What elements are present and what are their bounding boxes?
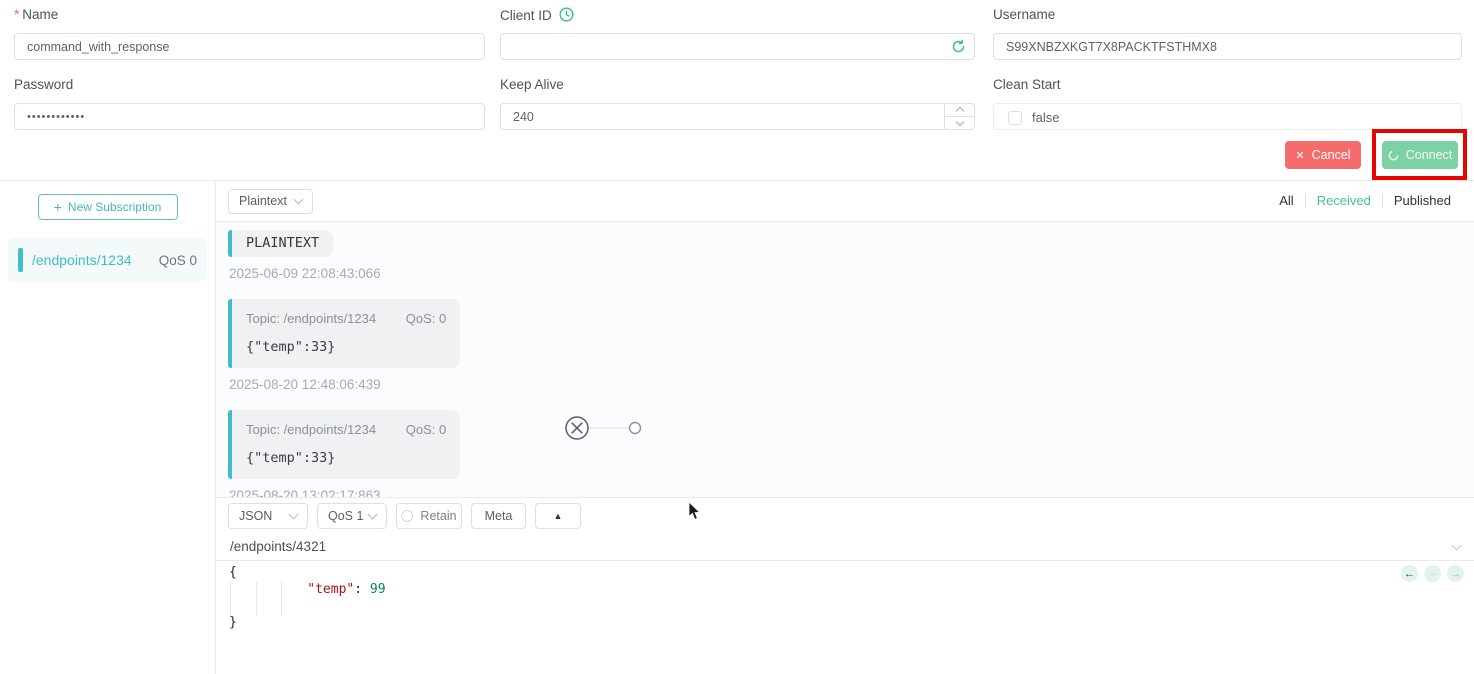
editor-line [229, 598, 1474, 615]
editor-line: { [229, 565, 1474, 582]
publish-format-select[interactable]: JSON [228, 503, 308, 529]
name-input[interactable] [14, 33, 485, 60]
subscriptions-sidebar: + New Subscription /endpoints/1234 QoS 0 [0, 181, 216, 674]
message-qos: QoS: 0 [406, 311, 446, 326]
message-payload: {"temp":33} [246, 450, 446, 466]
dash-icon: – [1429, 568, 1435, 580]
publish-toolbar: JSON QoS 1 Retain Meta ▲ [216, 498, 1474, 533]
payload-format-select[interactable]: Plaintext [228, 189, 313, 214]
messages-toolbar: Plaintext All Received Published [216, 181, 1474, 222]
editor-line: "temp": 99 [229, 582, 1474, 599]
connect-button[interactable]: Connect [1382, 141, 1458, 169]
message-timestamp: 2025-08-20 13:02:17:863 [229, 488, 1462, 497]
message-item: Topic: /endpoints/1234 QoS: 0 {"temp":33… [228, 410, 460, 479]
publish-panel: JSON QoS 1 Retain Meta ▲ [216, 497, 1474, 674]
message-timestamp: 2025-06-09 22:08:43:066 [229, 266, 1462, 281]
main-area: + New Subscription /endpoints/1234 QoS 0… [0, 181, 1474, 674]
meta-button[interactable]: Meta [471, 503, 526, 529]
message-item: Topic: /endpoints/1234 QoS: 0 {"temp":33… [228, 299, 460, 368]
message-filter-tabs: All Received Published [1268, 194, 1462, 208]
stepper-up-icon[interactable] [945, 103, 974, 116]
chevron-down-icon [368, 510, 378, 520]
password-label: Password [14, 77, 73, 92]
indent-guide [256, 582, 257, 615]
plus-icon: + [54, 199, 62, 215]
arrow-right-icon: → [1450, 568, 1461, 580]
radio-icon [401, 510, 413, 522]
subscription-item[interactable]: /endpoints/1234 QoS 0 [8, 238, 207, 282]
username-input[interactable] [993, 33, 1462, 60]
name-label: *Name [14, 7, 58, 22]
collapse-button[interactable]: ▲ [535, 503, 581, 529]
message-topic-line: Topic: /endpoints/1234 QoS: 0 [246, 422, 446, 437]
required-asterisk: * [14, 7, 19, 22]
password-input[interactable] [14, 103, 485, 130]
refresh-icon[interactable] [951, 39, 967, 55]
chevron-down-icon [289, 510, 299, 520]
username-label: Username [993, 7, 1055, 22]
chevron-down-icon [1452, 540, 1462, 550]
arrow-left-icon: ← [1404, 568, 1415, 580]
publish-topic-input[interactable]: /endpoints/4321 [216, 533, 1474, 561]
message-payload: {"temp":33} [246, 339, 446, 355]
client-id-label: Client ID [500, 7, 574, 25]
cancel-button[interactable]: ✕ Cancel [1285, 141, 1361, 169]
publish-qos-select[interactable]: QoS 1 [317, 503, 387, 529]
client-id-input[interactable] [500, 33, 975, 60]
new-subscription-button[interactable]: + New Subscription [38, 194, 178, 220]
json-key: "temp" [307, 582, 354, 597]
history-forward-button[interactable]: → [1447, 565, 1464, 582]
loading-indicator-icon [565, 414, 651, 447]
history-back-button[interactable]: ← [1401, 565, 1418, 582]
tab-published[interactable]: Published [1382, 194, 1462, 208]
clean-start-field [993, 103, 1462, 130]
json-value: 99 [370, 582, 386, 597]
message-topic-line: Topic: /endpoints/1234 QoS: 0 [246, 311, 446, 326]
close-icon: ✕ [1295, 149, 1304, 162]
subscription-qos: QoS 0 [159, 253, 197, 268]
payload-editor[interactable]: { "temp": 99 } [216, 561, 1474, 632]
subscription-color-bar [18, 248, 23, 272]
messages-panel: Plaintext All Received Published PLAINTE… [216, 181, 1474, 674]
message-timestamp: 2025-08-20 12:48:06:439 [229, 377, 1462, 392]
message-item-plaintext: PLAINTEXT [228, 230, 333, 257]
keep-alive-label: Keep Alive [500, 77, 564, 92]
message-qos: QoS: 0 [406, 422, 446, 437]
indent-guide [281, 582, 282, 615]
loading-spinner-icon [1388, 150, 1399, 161]
history-current-button[interactable]: – [1424, 565, 1441, 582]
tab-received[interactable]: Received [1305, 194, 1382, 208]
message-payload: PLAINTEXT [232, 230, 333, 257]
chevron-down-icon [294, 195, 304, 205]
clean-start-checkbox-row[interactable]: false [1008, 110, 1059, 125]
keep-alive-input[interactable] [500, 103, 975, 130]
indent-guide [230, 582, 231, 615]
subscription-topic: /endpoints/1234 [32, 252, 159, 268]
clean-start-checkbox[interactable] [1008, 111, 1022, 125]
keep-alive-stepper[interactable] [944, 103, 974, 130]
message-list: PLAINTEXT 2025-06-09 22:08:43:066 Topic:… [216, 222, 1474, 497]
clean-start-value: false [1032, 110, 1059, 125]
mqtt-client-screen: *Name Client ID Username Password Keep A… [0, 0, 1474, 674]
triangle-up-icon: ▲ [554, 511, 563, 521]
clean-start-label: Clean Start [993, 77, 1061, 92]
retain-toggle[interactable]: Retain [396, 503, 462, 529]
stepper-down-icon[interactable] [945, 116, 974, 130]
clock-icon [559, 7, 574, 25]
editor-line: } [229, 615, 1474, 632]
tab-all[interactable]: All [1268, 194, 1304, 208]
